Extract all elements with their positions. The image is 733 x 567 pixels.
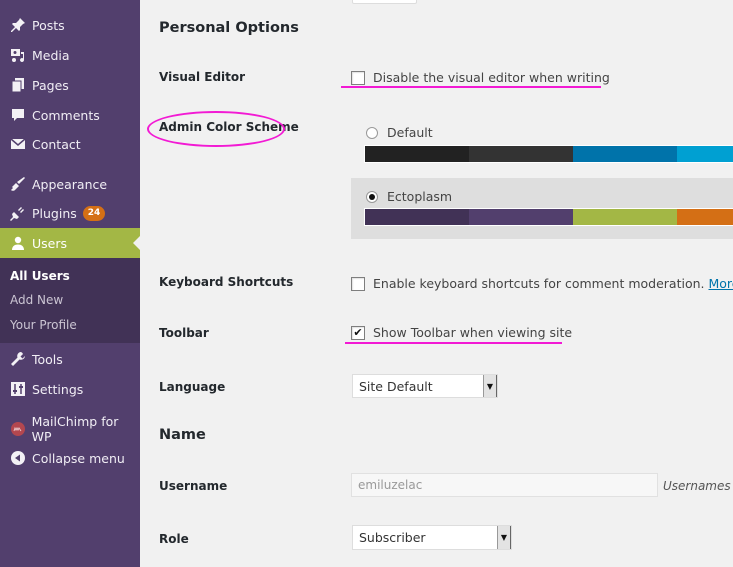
color-scheme-option[interactable]: Default bbox=[366, 125, 433, 140]
submenu-item-all-users[interactable]: All Users bbox=[10, 269, 70, 283]
default-scheme-radio[interactable] bbox=[366, 126, 378, 139]
more-information-link[interactable]: More informa bbox=[709, 276, 733, 291]
chevron-down-icon[interactable]: ▼ bbox=[483, 375, 497, 397]
settings-icon bbox=[8, 380, 28, 398]
plugins-update-badge: 24 bbox=[82, 205, 106, 221]
sidebar-item-media[interactable]: Media bbox=[0, 40, 140, 70]
sidebar-label: Appearance bbox=[32, 176, 108, 192]
sidebar-item-pages[interactable]: Pages bbox=[0, 70, 140, 100]
select-value: Subscriber bbox=[359, 530, 426, 545]
sidebar-label: Plugins bbox=[32, 205, 77, 221]
ectoplasm-palette bbox=[364, 208, 733, 226]
active-indicator-arrow bbox=[133, 236, 140, 250]
pages-icon bbox=[8, 76, 28, 94]
select-value: Site Default bbox=[359, 378, 433, 394]
checkbox-label: Enable keyboard shortcuts for comment mo… bbox=[373, 276, 705, 291]
palette-swatch bbox=[573, 209, 677, 225]
disable-visual-editor-checkbox[interactable] bbox=[351, 70, 365, 85]
palette-swatch bbox=[573, 146, 677, 162]
paintbrush-icon bbox=[8, 175, 28, 193]
language-label: Language bbox=[159, 380, 226, 394]
sidebar-item-users[interactable]: Users bbox=[0, 228, 140, 258]
collapse-icon bbox=[8, 449, 28, 467]
color-scheme-option[interactable]: Ectoplasm bbox=[366, 189, 452, 204]
pin-icon bbox=[8, 16, 28, 34]
palette-swatch bbox=[365, 146, 469, 162]
envelope-icon bbox=[8, 135, 28, 153]
sidebar-label: Media bbox=[32, 47, 70, 63]
admin-sidebar: Posts Media Pages Comments Contact Appea… bbox=[0, 0, 140, 567]
color-scheme-default[interactable]: Default bbox=[351, 117, 733, 167]
comment-icon bbox=[8, 106, 28, 124]
input-value: emiluzelac bbox=[358, 478, 423, 492]
sidebar-label: Settings bbox=[32, 381, 84, 397]
username-description: Usernames car bbox=[663, 479, 733, 493]
show-toolbar-checkbox[interactable]: ✔ bbox=[351, 325, 365, 340]
sidebar-label: Tools bbox=[32, 351, 63, 367]
checkbox-label: Show Toolbar when viewing site bbox=[373, 325, 573, 340]
palette-swatch bbox=[365, 209, 469, 225]
role-label: Role bbox=[159, 532, 189, 546]
mailchimp-icon bbox=[8, 420, 28, 438]
chevron-down-icon[interactable]: ▼ bbox=[497, 526, 511, 549]
sidebar-label: Contact bbox=[32, 136, 81, 152]
sidebar-label: Users bbox=[32, 235, 68, 251]
annotation-ellipse bbox=[147, 111, 285, 147]
username-input[interactable]: emiluzelac bbox=[351, 473, 658, 497]
sidebar-item-appearance[interactable]: Appearance bbox=[0, 169, 140, 199]
keyboard-shortcuts-label: Keyboard Shortcuts bbox=[159, 275, 294, 289]
profile-form: Personal Options Visual Editor Disable t… bbox=[140, 0, 733, 567]
palette-swatch bbox=[677, 209, 733, 225]
scheme-name: Default bbox=[387, 125, 433, 140]
keyboard-shortcuts-checkbox[interactable] bbox=[351, 276, 365, 291]
keyboard-shortcuts-option[interactable]: Enable keyboard shortcuts for comment mo… bbox=[351, 276, 733, 291]
submenu-item-your-profile[interactable]: Your Profile bbox=[10, 318, 77, 332]
wrench-icon bbox=[8, 350, 28, 368]
visual-editor-option[interactable]: Disable the visual editor when writing bbox=[351, 70, 610, 85]
annotation-underline bbox=[341, 86, 601, 88]
sidebar-label: Posts bbox=[32, 17, 65, 33]
sidebar-item-settings[interactable]: Settings bbox=[0, 374, 140, 404]
top-button-fragment[interactable] bbox=[352, 0, 417, 4]
sidebar-label: Comments bbox=[32, 107, 100, 123]
user-icon bbox=[8, 234, 28, 252]
media-icon bbox=[8, 46, 28, 64]
sidebar-item-contact[interactable]: Contact bbox=[0, 129, 140, 159]
users-submenu: All Users Add New Your Profile bbox=[0, 258, 140, 343]
collapse-menu-button[interactable]: Collapse menu bbox=[0, 443, 140, 473]
default-palette bbox=[364, 145, 733, 163]
annotation-underline bbox=[345, 342, 562, 344]
color-scheme-ectoplasm[interactable]: Ectoplasm bbox=[351, 178, 733, 239]
sidebar-item-mailchimp[interactable]: MailChimp for WP bbox=[0, 414, 140, 444]
name-heading: Name bbox=[159, 427, 206, 443]
palette-swatch bbox=[677, 146, 733, 162]
toolbar-option[interactable]: ✔ Show Toolbar when viewing site bbox=[351, 325, 572, 340]
role-select[interactable]: Subscriber ▼ bbox=[352, 525, 512, 550]
sidebar-item-comments[interactable]: Comments bbox=[0, 100, 140, 130]
radio-selected-dot bbox=[369, 193, 375, 200]
sidebar-label: Pages bbox=[32, 77, 69, 93]
checkbox-label: Disable the visual editor when writing bbox=[373, 70, 610, 85]
sidebar-label: Collapse menu bbox=[32, 450, 125, 466]
personal-options-heading: Personal Options bbox=[159, 20, 299, 36]
submenu-item-add-new[interactable]: Add New bbox=[10, 293, 63, 307]
sidebar-item-tools[interactable]: Tools bbox=[0, 344, 140, 374]
toolbar-label: Toolbar bbox=[159, 326, 209, 340]
language-select[interactable]: Site Default ▼ bbox=[352, 374, 498, 398]
scheme-name: Ectoplasm bbox=[387, 189, 453, 204]
visual-editor-label: Visual Editor bbox=[159, 70, 246, 84]
palette-swatch bbox=[469, 146, 573, 162]
sidebar-label: MailChimp for WP bbox=[31, 414, 119, 444]
palette-swatch bbox=[469, 209, 573, 225]
sidebar-item-posts[interactable]: Posts bbox=[0, 10, 140, 40]
username-label: Username bbox=[159, 479, 228, 493]
sidebar-item-plugins[interactable]: Plugins 24 bbox=[0, 198, 140, 228]
ectoplasm-scheme-radio[interactable] bbox=[366, 190, 378, 203]
plug-icon bbox=[8, 204, 28, 222]
